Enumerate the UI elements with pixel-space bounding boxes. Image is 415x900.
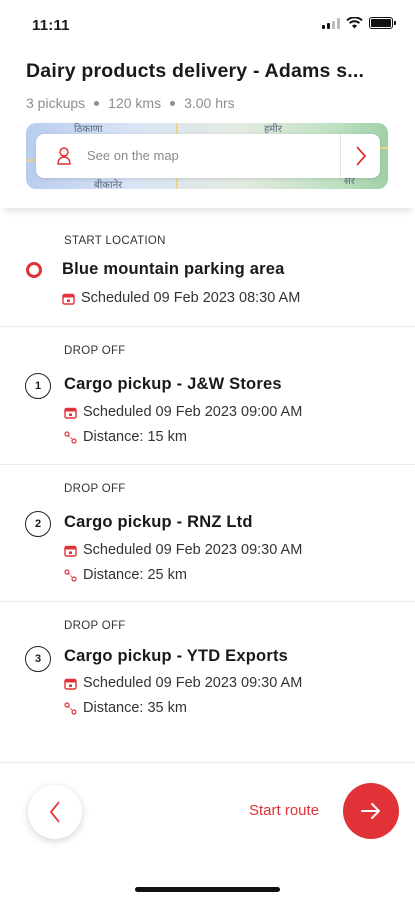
distance-text: Distance: 15 km <box>83 429 187 445</box>
stops-list: START LOCATION Blue mountain parking are… <box>0 208 415 762</box>
stop-distance: Distance: 25 km <box>64 567 187 583</box>
stop-scheduled: Scheduled 09 Feb 2023 08:30 AM <box>62 290 300 306</box>
scheduled-text: Scheduled 09 Feb 2023 09:00 AM <box>83 404 303 420</box>
route-icon <box>64 568 77 582</box>
wifi-icon <box>346 17 363 29</box>
calendar-icon <box>62 293 75 305</box>
pickups-count: 3 pickups <box>26 95 86 111</box>
distance-text: Distance: 25 km <box>83 567 187 583</box>
calendar-icon <box>64 545 77 557</box>
stop-distance: Distance: 15 km <box>64 429 187 445</box>
start-route-label[interactable]: Start route <box>249 802 319 819</box>
calendar-icon <box>64 678 77 690</box>
stop-name: Cargo pickup - RNZ Ltd <box>64 513 253 531</box>
stop-scheduled: Scheduled 09 Feb 2023 09:30 AM <box>64 675 302 691</box>
stop-scheduled: Scheduled 09 Feb 2023 09:30 AM <box>64 542 302 558</box>
distance-text: Distance: 35 km <box>83 700 187 716</box>
stop-drop-off[interactable]: DROP OFF 3 Cargo pickup - YTD Exports Sc… <box>0 602 415 762</box>
cellular-signal-icon <box>322 17 340 29</box>
footer-actions: Start route <box>0 762 415 900</box>
stop-name: Cargo pickup - YTD Exports <box>64 647 289 665</box>
arrow-right-icon <box>361 803 380 819</box>
stop-type-label: DROP OFF <box>64 620 126 632</box>
stop-distance: Distance: 35 km <box>64 700 187 716</box>
route-duration: 3.00 hrs <box>184 95 235 111</box>
back-button[interactable] <box>28 785 82 839</box>
stop-drop-off[interactable]: DROP OFF 2 Cargo pickup - RNZ Ltd Schedu… <box>0 465 415 602</box>
status-icons <box>322 17 396 29</box>
separator-dot <box>94 100 100 106</box>
stop-scheduled: Scheduled 09 Feb 2023 09:00 AM <box>64 404 302 420</box>
start-route-button[interactable] <box>343 783 399 839</box>
scheduled-text: Scheduled 09 Feb 2023 09:30 AM <box>83 542 303 558</box>
stop-name: Blue mountain parking area <box>62 260 285 278</box>
stop-drop-off[interactable]: DROP OFF 1 Cargo pickup - J&W Stores Sch… <box>0 327 415 465</box>
route-header: Dairy products delivery - Adams s... 3 p… <box>0 46 415 208</box>
route-icon <box>64 701 77 715</box>
separator-dot <box>170 100 176 106</box>
start-location-marker-icon <box>26 262 42 278</box>
stop-number-badge: 1 <box>25 373 51 399</box>
chevron-right-icon <box>340 134 380 178</box>
stop-start-location[interactable]: START LOCATION Blue mountain parking are… <box>0 208 415 327</box>
calendar-icon <box>64 407 77 419</box>
route-distance: 120 kms <box>108 95 162 111</box>
scheduled-text: Scheduled 09 Feb 2023 09:30 AM <box>83 675 303 691</box>
see-on-map-button[interactable]: See on the map <box>36 134 380 178</box>
stop-type-label: DROP OFF <box>64 345 126 357</box>
route-icon <box>64 430 77 444</box>
see-on-map-label: See on the map <box>87 148 179 163</box>
scheduled-text: Scheduled 09 Feb 2023 08:30 AM <box>81 290 301 306</box>
route-meta: 3 pickups 120 kms 3.00 hrs <box>26 95 235 111</box>
location-pin-icon <box>57 147 71 165</box>
stop-type-label: START LOCATION <box>64 235 166 247</box>
chevron-left-icon <box>49 801 60 823</box>
status-bar: 11:11 <box>0 0 415 46</box>
status-time: 11:11 <box>32 17 70 34</box>
stop-type-label: DROP OFF <box>64 483 126 495</box>
stop-number-badge: 2 <box>25 511 51 537</box>
home-indicator <box>135 887 280 892</box>
map-preview[interactable]: ठिकाणा हमीर बीकानेर सर See on the map <box>26 123 388 189</box>
route-title: Dairy products delivery - Adams s... <box>26 60 365 82</box>
stop-number-badge: 3 <box>25 646 51 672</box>
stop-name: Cargo pickup - J&W Stores <box>64 375 282 393</box>
battery-icon <box>369 17 396 29</box>
map-place-label: बीकानेर <box>94 180 123 189</box>
